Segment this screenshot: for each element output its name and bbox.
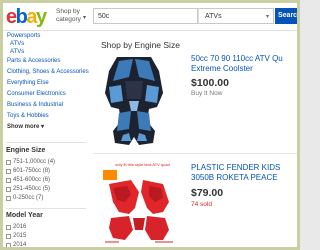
model-year-checkbox[interactable] xyxy=(6,234,11,239)
engine-size-option[interactable]: 751-1,000cc (4) xyxy=(13,159,55,165)
engine-size-checkbox[interactable] xyxy=(6,169,11,174)
ebay-logo[interactable]: ebay xyxy=(6,6,47,28)
engine-size-checkbox[interactable] xyxy=(6,178,11,183)
engine-size-option[interactable]: 451-600cc (6) xyxy=(13,177,50,183)
atv-fender-image xyxy=(105,57,163,145)
sidebar-link-business[interactable]: Business & Industrial xyxy=(7,102,63,109)
sidebar-link-powersports[interactable]: Powersports xyxy=(7,33,40,40)
sidebar-divider xyxy=(6,208,86,209)
model-year-option[interactable]: 2014 xyxy=(13,242,26,247)
sold-count: 74 sold xyxy=(191,201,212,208)
engine-size-checkbox[interactable] xyxy=(6,187,11,192)
logo-letter-e: e xyxy=(6,6,17,28)
buy-it-now-label: Buy It Now xyxy=(191,90,223,97)
app-window: ebay Shop by category ▾ ATVs ▾ Search Po… xyxy=(0,0,300,250)
listing-image[interactable] xyxy=(99,51,169,149)
header-bar: ebay Shop by category ▾ ATVs ▾ Search xyxy=(3,3,297,31)
search-input[interactable] xyxy=(93,8,198,24)
sidebar-link-atvs-2[interactable]: ATVs xyxy=(10,49,24,56)
logo-letter-b: b xyxy=(15,6,28,28)
model-year-checkbox[interactable] xyxy=(6,225,11,230)
sidebar-link-toys[interactable]: Toys & Hobbies xyxy=(7,113,49,120)
listing-title[interactable]: PLASTIC FENDER KIDS xyxy=(191,163,295,172)
engine-size-option[interactable]: 601-750cc (8) xyxy=(13,168,50,174)
model-year-option[interactable]: 2016 xyxy=(13,224,26,230)
chevron-down-icon: ▾ xyxy=(83,15,87,21)
model-year-heading: Model Year xyxy=(6,212,43,219)
category-select[interactable]: ATVs ▾ xyxy=(198,8,274,24)
sidebar-link-parts[interactable]: Parts & Accessories xyxy=(7,58,60,65)
search-button[interactable]: Search xyxy=(275,8,297,24)
engine-size-checkbox[interactable] xyxy=(6,196,11,201)
sidebar-link-clothing[interactable]: Clothing, Shoes & Accessories xyxy=(7,69,89,76)
engine-size-heading: Engine Size xyxy=(6,147,46,154)
sidebar-link-everything-else[interactable]: Everything Else xyxy=(7,80,49,87)
logo-letter-y: y xyxy=(35,6,47,28)
engine-size-option[interactable]: 251-450cc (5) xyxy=(13,186,50,192)
engine-size-checkbox[interactable] xyxy=(6,160,11,165)
logo-letter-a: a xyxy=(26,6,37,28)
listing-price: $79.00 xyxy=(191,187,224,199)
model-year-option[interactable]: 2015 xyxy=(13,233,26,239)
chevron-down-icon: ▾ xyxy=(265,14,269,20)
sidebar-link-atvs[interactable]: ATVs xyxy=(10,41,24,48)
listing-title[interactable]: 50cc 70 90 110cc ATV Qu xyxy=(191,54,295,63)
image-caption: only fit this style kids ATV quad xyxy=(115,162,170,167)
sidebar: Powersports ATVs ATVs Parts & Accessorie… xyxy=(3,31,91,247)
listing-title-line2[interactable]: 3050B ROKETA PEACE xyxy=(191,173,295,182)
sidebar-divider xyxy=(6,142,86,143)
panel-title: Shop by Engine Size xyxy=(101,40,180,50)
show-more-link[interactable]: Show more ▾ xyxy=(7,124,44,131)
listing-image[interactable]: only fit this style kids ATV quad xyxy=(99,158,183,247)
red-fender-image: only fit this style kids ATV quad xyxy=(103,162,173,243)
listing-title-line2[interactable]: Extreme Coolster xyxy=(191,64,295,73)
listing-price: $100.00 xyxy=(191,77,229,89)
model-year-checkbox[interactable] xyxy=(6,243,11,247)
sidebar-link-electronics[interactable]: Consumer Electronics xyxy=(7,91,66,98)
listing-divider xyxy=(93,153,297,154)
results-panel: Shop by Engine Size 50cc 70 90 110cc ATV… xyxy=(93,31,297,247)
engine-size-option[interactable]: 0-250cc (7) xyxy=(13,195,43,201)
category-select-value: ATVs xyxy=(205,13,222,20)
